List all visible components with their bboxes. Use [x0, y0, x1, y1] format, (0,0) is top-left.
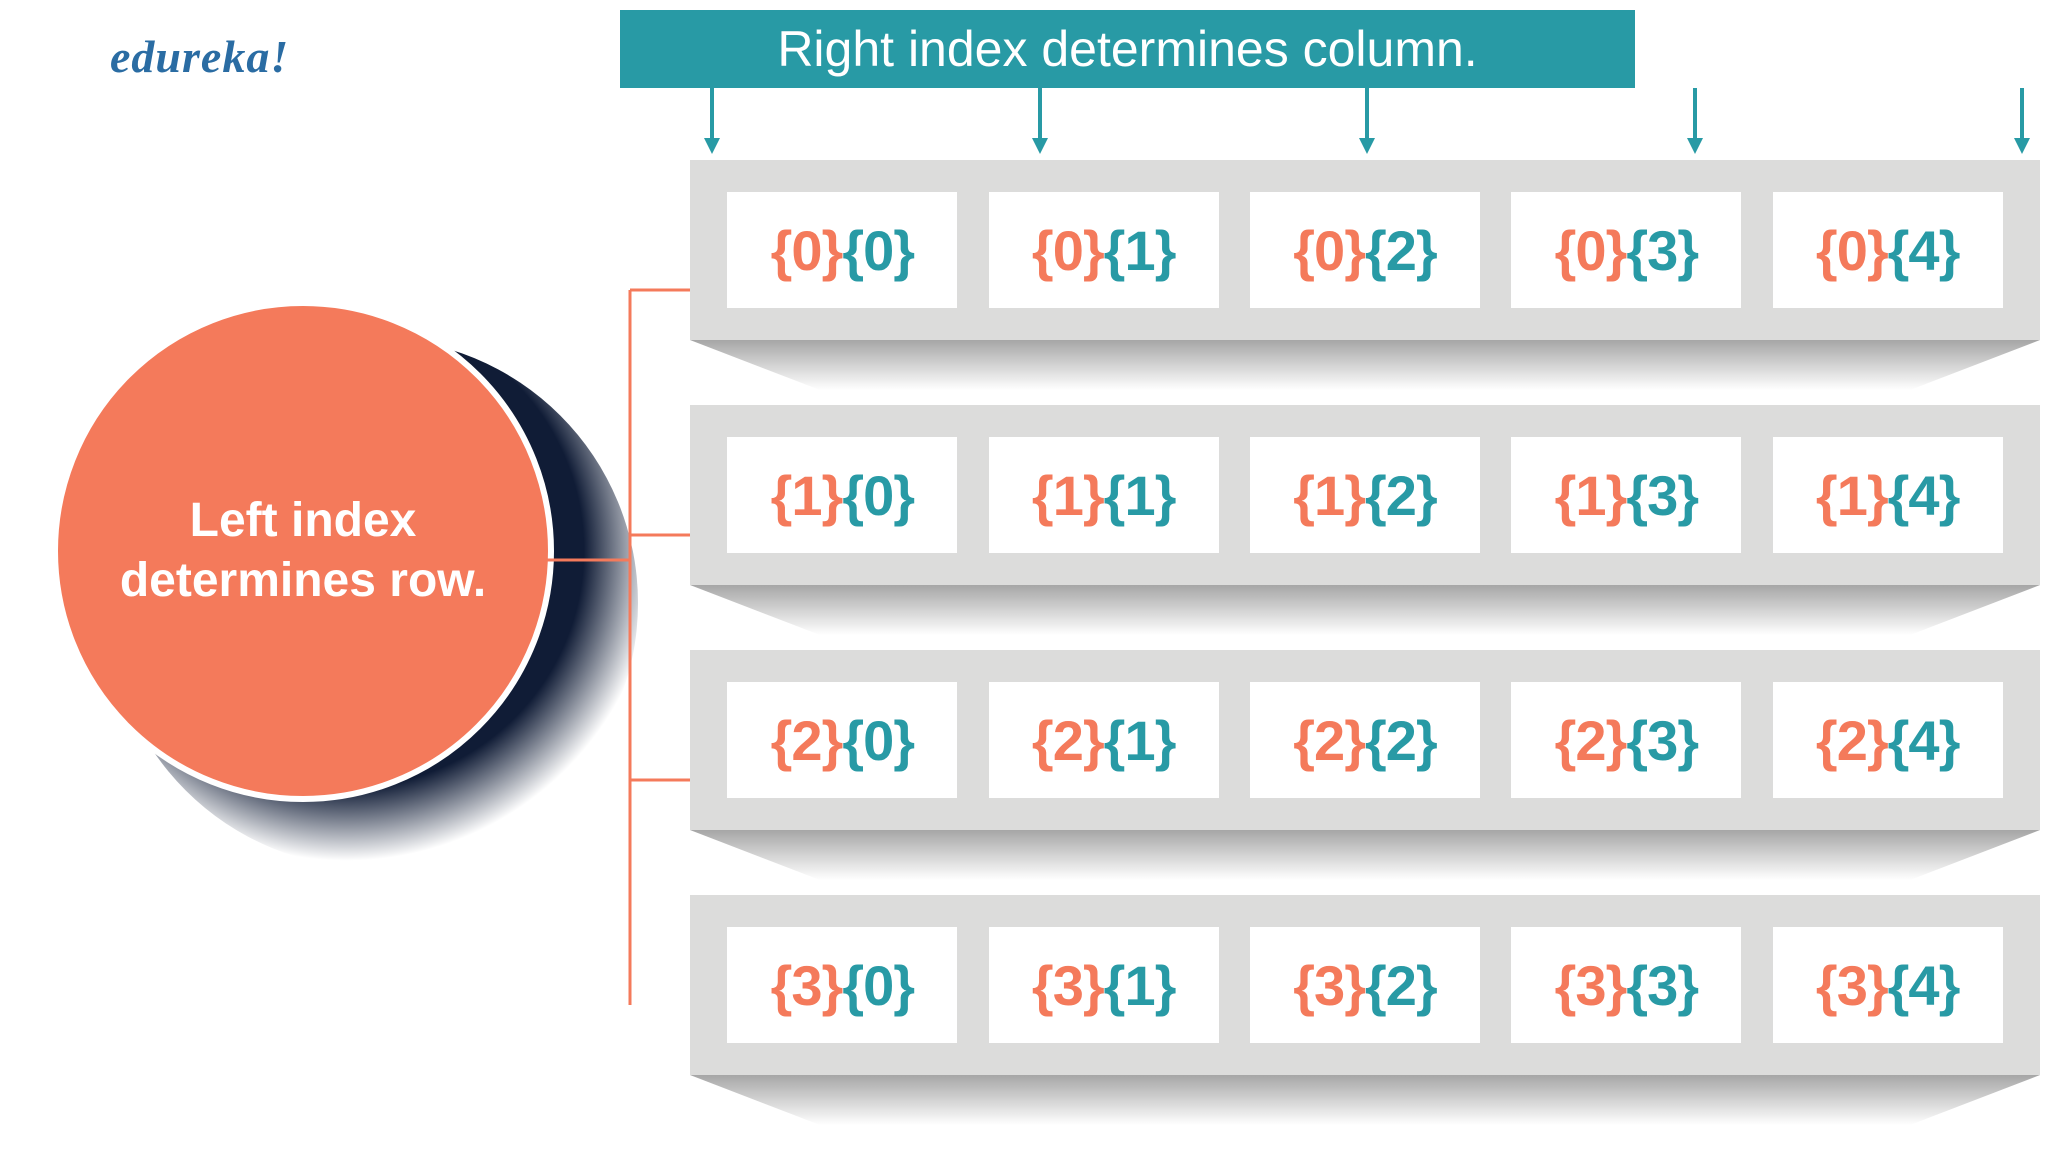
row-index-brace: {3} — [1555, 953, 1627, 1018]
row-cells: {1}{0}{1}{1}{1}{2}{1}{3}{1}{4} — [690, 405, 2040, 585]
row-index-brace: {2} — [1555, 708, 1627, 773]
col-index-brace: {3} — [1626, 218, 1698, 283]
row-index-brace: {2} — [1293, 708, 1365, 773]
col-index-brace: {0} — [842, 463, 914, 528]
row-cells: {2}{0}{2}{1}{2}{2}{2}{3}{2}{4} — [690, 650, 2040, 830]
row-index-brace: {1} — [1293, 463, 1365, 528]
grid-cell: {3}{1} — [989, 927, 1219, 1043]
col-index-brace: {1} — [1104, 463, 1176, 528]
col-index-brace: {3} — [1626, 463, 1698, 528]
col-index-brace: {0} — [842, 953, 914, 1018]
row-cells: {3}{0}{3}{1}{3}{2}{3}{3}{3}{4} — [690, 895, 2040, 1075]
grid-cell: {2}{2} — [1250, 682, 1480, 798]
grid-cell: {2}{0} — [727, 682, 957, 798]
row-index-brace: {0} — [1293, 218, 1365, 283]
brand-logo: edureka! — [110, 30, 289, 83]
circle-content: Left index determines row. — [52, 300, 554, 802]
col-index-brace: {0} — [842, 708, 914, 773]
row-index-brace: {1} — [1032, 463, 1104, 528]
row-index-brace: {2} — [1032, 708, 1104, 773]
row-label-circle: Left index determines row. — [40, 290, 610, 860]
grid-cell: {1}{2} — [1250, 437, 1480, 553]
row-index-brace: {3} — [1816, 953, 1888, 1018]
column-arrows — [712, 88, 2022, 158]
grid-cell: {2}{4} — [1773, 682, 2003, 798]
grid-cell: {2}{3} — [1511, 682, 1741, 798]
row-index-brace: {3} — [1032, 953, 1104, 1018]
grid-row: {3}{0}{3}{1}{3}{2}{3}{3}{3}{4} — [690, 895, 2040, 1075]
col-index-brace: {1} — [1104, 218, 1176, 283]
grid-cell: {0}{3} — [1511, 192, 1741, 308]
col-index-brace: {1} — [1104, 953, 1176, 1018]
grid-cell: {3}{4} — [1773, 927, 2003, 1043]
grid-row: {0}{0}{0}{1}{0}{2}{0}{3}{0}{4} — [690, 160, 2040, 340]
grid-cell: {0}{0} — [727, 192, 957, 308]
row-index-brace: {2} — [1816, 708, 1888, 773]
col-index-brace: {2} — [1365, 463, 1437, 528]
row-cells: {0}{0}{0}{1}{0}{2}{0}{3}{0}{4} — [690, 160, 2040, 340]
grid-cell: {1}{4} — [1773, 437, 2003, 553]
col-index-brace: {4} — [1888, 463, 1960, 528]
grid-cell: {1}{0} — [727, 437, 957, 553]
grid-cell: {0}{2} — [1250, 192, 1480, 308]
grid-cell: {3}{0} — [727, 927, 957, 1043]
col-index-brace: {4} — [1888, 953, 1960, 1018]
col-index-brace: {4} — [1888, 218, 1960, 283]
col-index-brace: {0} — [842, 218, 914, 283]
col-index-brace: {3} — [1626, 953, 1698, 1018]
circle-text: Left index determines row. — [58, 491, 548, 611]
row-index-brace: {2} — [771, 708, 843, 773]
column-banner: Right index determines column. — [620, 10, 1635, 88]
row-index-brace: {0} — [1816, 218, 1888, 283]
col-index-brace: {2} — [1365, 708, 1437, 773]
grid-row: {2}{0}{2}{1}{2}{2}{2}{3}{2}{4} — [690, 650, 2040, 830]
row-index-brace: {1} — [1555, 463, 1627, 528]
row-index-brace: {1} — [1816, 463, 1888, 528]
row-index-brace: {0} — [1032, 218, 1104, 283]
grid-cell: {2}{1} — [989, 682, 1219, 798]
grid-row: {1}{0}{1}{1}{1}{2}{1}{3}{1}{4} — [690, 405, 2040, 585]
grid-cell: {3}{2} — [1250, 927, 1480, 1043]
col-index-brace: {4} — [1888, 708, 1960, 773]
col-index-brace: {2} — [1365, 218, 1437, 283]
row-index-brace: {1} — [771, 463, 843, 528]
row-index-brace: {3} — [1293, 953, 1365, 1018]
row-index-brace: {0} — [1555, 218, 1627, 283]
grid-cell: {3}{3} — [1511, 927, 1741, 1043]
col-index-brace: {2} — [1365, 953, 1437, 1018]
row-index-brace: {3} — [771, 953, 843, 1018]
col-index-brace: {3} — [1626, 708, 1698, 773]
grid-cell: {1}{3} — [1511, 437, 1741, 553]
grid-rows: {0}{0}{0}{1}{0}{2}{0}{3}{0}{4}{1}{0}{1}{… — [690, 160, 2040, 1140]
col-index-brace: {1} — [1104, 708, 1176, 773]
grid-cell: {0}{4} — [1773, 192, 2003, 308]
row-index-brace: {0} — [771, 218, 843, 283]
grid-cell: {1}{1} — [989, 437, 1219, 553]
grid-cell: {0}{1} — [989, 192, 1219, 308]
